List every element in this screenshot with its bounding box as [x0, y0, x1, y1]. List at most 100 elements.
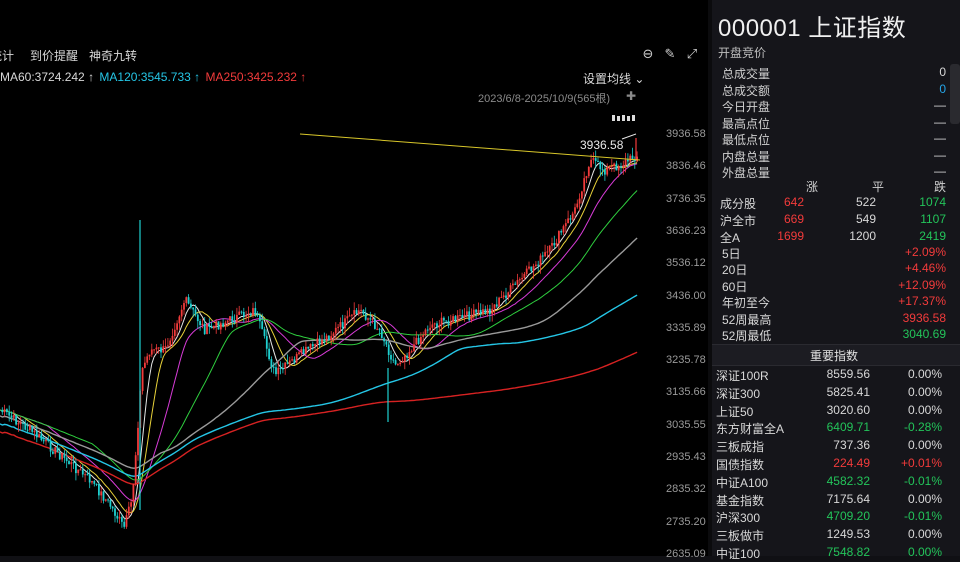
index-row[interactable]: 三板做市 1249.53 0.00% [716, 526, 942, 544]
index-row[interactable]: 东方财富全A 6409.71 -0.28% [716, 419, 942, 437]
price-tick-label: 3436.00 [666, 289, 706, 302]
candle [321, 339, 323, 345]
ma-line [0, 351, 638, 485]
index-row[interactable]: 沪深300 4709.20 -0.01% [716, 508, 942, 526]
candle [116, 515, 119, 519]
candle [102, 491, 105, 501]
candle [399, 362, 402, 365]
candle [305, 346, 307, 354]
index-name: 中证A100 [716, 475, 769, 490]
candle [148, 354, 151, 357]
quote-stat-label: 总成交量 [722, 67, 771, 81]
candle [300, 349, 303, 353]
candle [217, 321, 220, 330]
candle [84, 474, 86, 476]
candle [240, 311, 243, 313]
quote-stat-label: 总成交额 [722, 83, 771, 98]
candle [523, 273, 526, 278]
price-tick-label: 3736.35 [666, 192, 706, 205]
price-tick-label: 3035.55 [666, 418, 706, 431]
candle [162, 346, 165, 353]
candle [132, 484, 135, 503]
candle [470, 315, 473, 321]
ma-line [0, 237, 638, 469]
quote-stat-label: 内盘总量 [722, 149, 771, 164]
panel-scrollbar[interactable] [950, 64, 960, 124]
candle [141, 367, 144, 391]
candle [585, 176, 588, 179]
candle [590, 159, 592, 168]
candle [544, 252, 546, 257]
candle [201, 323, 204, 326]
candle [367, 318, 369, 320]
candle [125, 515, 128, 527]
index-row[interactable]: 基金指数 7175.64 0.00% [716, 491, 942, 509]
index-change: 0.00% [907, 367, 942, 381]
candle [629, 155, 632, 162]
performance-label: 52周最高 [722, 312, 772, 327]
index-name: 中证100 [716, 547, 761, 561]
index-name: 三板成指 [716, 440, 765, 455]
candle [606, 167, 609, 175]
candle [42, 440, 45, 442]
candle [440, 317, 443, 326]
candle [489, 308, 491, 315]
index-change: 0.00% [907, 438, 942, 453]
candle [206, 324, 208, 335]
index-row[interactable]: 国债指数 224.49 +0.01% [716, 455, 942, 473]
candle [259, 315, 261, 322]
performance-value: 3936.58 [902, 310, 946, 325]
candle [93, 481, 96, 484]
index-row[interactable]: 深证300 5825.41 0.00% [716, 384, 942, 402]
candle [256, 314, 259, 316]
candle [111, 506, 114, 509]
candle [249, 314, 252, 316]
breadth-row: 沪全市 669 549 1107 [720, 212, 946, 228]
candle [553, 243, 556, 246]
candle [351, 314, 353, 316]
candle [114, 508, 116, 516]
candle [339, 322, 342, 327]
index-row[interactable]: 上证50 3020.60 0.00% [716, 402, 942, 420]
candle [307, 346, 310, 349]
candle [302, 349, 305, 354]
candle [578, 198, 581, 204]
candle [475, 309, 477, 313]
index-change: 0.00% [907, 402, 942, 417]
performance-row: 52周最高 3936.58 [722, 311, 946, 327]
candle [286, 362, 289, 364]
candle [362, 309, 365, 314]
index-row[interactable]: 深证100R 8559.56 0.00% [716, 366, 942, 384]
index-row[interactable]: 三板成指 737.36 0.00% [716, 437, 942, 455]
index-row[interactable]: 中证A100 4582.32 -0.01% [716, 473, 942, 491]
candle [70, 462, 73, 465]
breadth-label: 成分股 [720, 197, 757, 211]
candle [190, 303, 192, 308]
candle [58, 452, 61, 460]
performance-row: 52周最低 3040.69 [722, 327, 946, 343]
index-change: +0.01% [900, 456, 942, 470]
candle [123, 521, 126, 527]
candle [196, 314, 199, 322]
candle [493, 304, 496, 309]
quote-stat-label: 最低点位 [722, 133, 771, 147]
candle [231, 316, 234, 323]
candle [153, 349, 155, 351]
index-name: 沪深300 [716, 511, 761, 526]
candle [502, 295, 505, 298]
candle [397, 364, 399, 366]
index-price: 7175.64 [826, 491, 870, 506]
kline-plot[interactable]: 3936.58 [0, 0, 660, 556]
candle [88, 474, 91, 483]
candle [383, 338, 385, 342]
candle [261, 321, 264, 330]
index-price: 5825.41 [826, 384, 870, 399]
candle [293, 359, 296, 363]
candle [406, 355, 408, 358]
kline-chart-area[interactable]: 统计 到价提醒 神奇九转 ⊖ ✎ ⤢ MA60:3724.242 ↑ MA120… [0, 0, 708, 560]
candle [288, 360, 291, 364]
candle [624, 159, 627, 166]
index-row[interactable]: 中证100 7548.82 0.00% [716, 544, 942, 562]
candle [17, 423, 20, 425]
quote-stat-row: 最低点位 — [722, 131, 946, 147]
